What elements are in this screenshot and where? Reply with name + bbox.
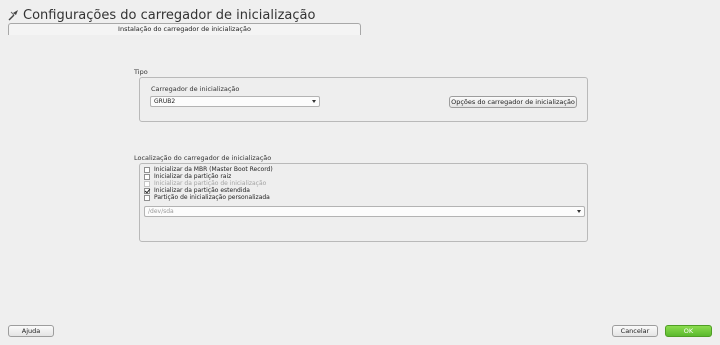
option-extended-partition[interactable]: Inicializar da partição estendida — [144, 187, 250, 194]
mbr-label: Inicializar da MBR (Master Boot Record) — [154, 166, 273, 173]
tools-icon — [8, 10, 18, 21]
option-root-partition[interactable]: Inicializar da partição raiz — [144, 173, 231, 180]
custom-partition-checkbox[interactable] — [144, 194, 150, 201]
loader-select[interactable]: GRUB2 — [150, 96, 320, 107]
option-mbr[interactable]: Inicializar da MBR (Master Boot Record) — [144, 166, 273, 173]
group-label-tipo: Tipo — [134, 68, 148, 76]
group-label-location: Localização do carregador de inicializaç… — [134, 154, 272, 162]
custom-partition-select[interactable]: /dev/sda — [144, 206, 585, 217]
window-title: Configurações do carregador de inicializ… — [23, 7, 316, 23]
loader-value: GRUB2 — [154, 98, 176, 105]
ok-button[interactable]: OK — [665, 325, 712, 337]
extended-partition-checkbox[interactable] — [144, 187, 150, 194]
option-boot-partition: Inicializar da partição de inicialização — [144, 180, 266, 187]
loader-label: Carregador de inicialização — [151, 85, 240, 93]
chevron-down-icon — [577, 210, 581, 213]
boot-partition-label: Inicializar da partição de inicialização — [154, 180, 267, 187]
custom-partition-placeholder: /dev/sda — [148, 208, 174, 215]
extended-partition-label: Inicializar da partição estendida — [154, 187, 250, 194]
option-custom-partition[interactable]: Partição de inicialização personalizada — [144, 194, 270, 201]
tab-bootloader-install[interactable]: Instalação do carregador de inicializaçã… — [8, 23, 361, 35]
cancel-button[interactable]: Cancelar — [612, 325, 658, 337]
root-partition-label: Inicializar da partição raiz — [154, 173, 232, 180]
window-title-bar: Configurações do carregador de inicializ… — [8, 6, 315, 24]
bootloader-options-button[interactable]: Opções do carregador de inicialização — [449, 96, 577, 108]
root-partition-checkbox[interactable] — [144, 173, 150, 180]
mbr-checkbox[interactable] — [144, 166, 150, 173]
boot-partition-checkbox — [144, 180, 150, 187]
chevron-down-icon — [312, 100, 316, 103]
custom-partition-label: Partição de inicialização personalizada — [154, 194, 270, 201]
help-button[interactable]: Ajuda — [8, 325, 54, 337]
